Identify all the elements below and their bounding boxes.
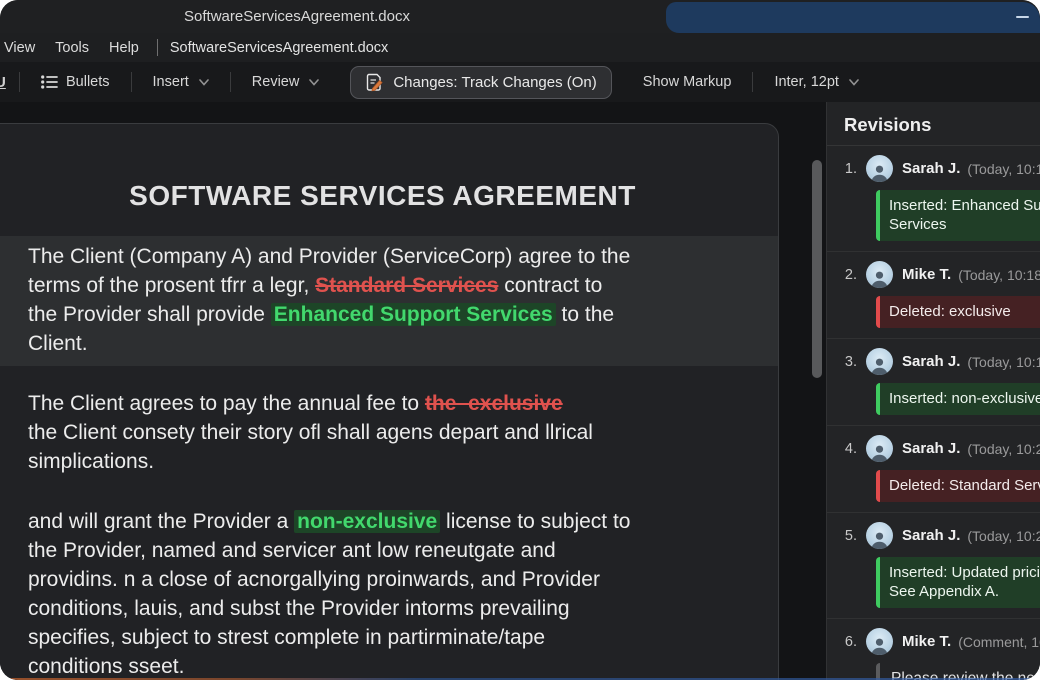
revision-number: 2. bbox=[841, 267, 857, 283]
revision-author: Mike T. bbox=[902, 266, 951, 283]
track-changes-icon bbox=[365, 73, 384, 92]
menu-view[interactable]: View bbox=[0, 40, 45, 56]
chevron-down-icon bbox=[199, 79, 209, 86]
content-area: SOFTWARE SERVICES AGREEMENT The Client (… bbox=[0, 102, 1040, 680]
revision-author: Sarah J. bbox=[902, 440, 960, 457]
document-paragraph[interactable]: The Client (Company A) and Provider (Ser… bbox=[0, 236, 778, 366]
author-avatar bbox=[866, 522, 893, 549]
revision-entry-header: 5. Sarah J. (Today, 10:22 AM) bbox=[841, 522, 1040, 549]
bullets-button[interactable]: Bullets bbox=[20, 74, 131, 90]
insert-dropdown[interactable]: Insert bbox=[132, 74, 230, 90]
menu-help[interactable]: Help bbox=[99, 40, 149, 56]
insertion-change-box[interactable]: Inserted: Updated pricing. See Appendix … bbox=[876, 557, 1040, 608]
review-label: Review bbox=[252, 74, 300, 90]
revision-author: Sarah J. bbox=[902, 353, 960, 370]
revision-entry[interactable]: 3. Sarah J. (Today, 10:19 AM) Inserted: non… bbox=[827, 339, 1040, 426]
paragraph-text: and will grant the Provider a bbox=[28, 510, 294, 533]
comment-box[interactable]: Please review the new termination clause… bbox=[876, 663, 1040, 680]
revision-entry-header: 2. Mike T. (Today, 10:18 AM) bbox=[841, 261, 1040, 288]
revision-entry-header: 3. Sarah J. (Today, 10:19 AM) bbox=[841, 348, 1040, 375]
tracked-deletion: the exclusive bbox=[425, 392, 563, 415]
paragraph-text: The Client agrees to pay the annual fee … bbox=[28, 392, 425, 415]
toolbar: U Bullets Insert Review bbox=[0, 62, 1040, 103]
revision-author: Mike T. bbox=[902, 633, 951, 650]
revision-timestamp: (Comment, 10:24 AM) bbox=[958, 634, 1040, 650]
show-markup-button[interactable]: Show Markup bbox=[622, 74, 753, 90]
revision-timestamp: (Today, 10:21 AM) bbox=[967, 441, 1040, 457]
person-avatar-icon bbox=[870, 269, 889, 288]
menu-divider bbox=[157, 39, 158, 56]
bullets-icon bbox=[41, 75, 58, 89]
person-avatar-icon bbox=[870, 163, 889, 182]
track-changes-button[interactable]: Changes: Track Changes (On) bbox=[350, 66, 611, 99]
author-avatar bbox=[866, 348, 893, 375]
menu-tools[interactable]: Tools bbox=[45, 40, 99, 56]
vertical-scrollbar[interactable] bbox=[812, 160, 822, 378]
title-bar: SoftwareServicesAgreement.docx bbox=[0, 0, 1040, 33]
tracked-insertion: non-exclusive bbox=[294, 510, 440, 533]
revision-number: 6. bbox=[841, 634, 857, 650]
revision-entry[interactable]: 5. Sarah J. (Today, 10:22 AM) Inserted: Upd… bbox=[827, 513, 1040, 619]
chevron-down-icon bbox=[849, 79, 859, 86]
author-avatar bbox=[866, 435, 893, 462]
font-label: Inter, 12pt bbox=[774, 74, 839, 90]
revisions-panel-title: Revisions bbox=[827, 102, 1040, 146]
app-window: SoftwareServicesAgreement.docx View Tool… bbox=[0, 0, 1040, 680]
author-avatar bbox=[866, 155, 893, 182]
review-dropdown[interactable]: Review bbox=[231, 74, 341, 90]
chevron-down-icon bbox=[309, 79, 319, 86]
deletion-change-box[interactable]: Deleted: exclusive bbox=[876, 296, 1040, 328]
paragraph-text: license to subject to the Provider, name… bbox=[28, 510, 630, 678]
tracked-deletion: Standard Services bbox=[315, 274, 498, 297]
revision-number: 5. bbox=[841, 528, 857, 544]
revision-entry[interactable]: 6. Mike T. (Comment, 10:24 AM) Please revie… bbox=[827, 619, 1040, 680]
revision-timestamp: (Today, 10:15 AM) bbox=[967, 161, 1040, 177]
bullets-label: Bullets bbox=[66, 74, 110, 90]
revision-timestamp: (Today, 10:22 AM) bbox=[967, 528, 1040, 544]
author-avatar bbox=[866, 628, 893, 655]
show-markup-label: Show Markup bbox=[643, 74, 732, 90]
overlapping-window-bar[interactable] bbox=[666, 2, 1040, 33]
revision-timestamp: (Today, 10:19 AM) bbox=[967, 354, 1040, 370]
revision-entry[interactable]: 2. Mike T. (Today, 10:18 AM) Deleted: exclu… bbox=[827, 252, 1040, 339]
underline-button[interactable]: U bbox=[0, 74, 19, 91]
minimize-icon[interactable] bbox=[1016, 16, 1029, 18]
document-title[interactable]: SOFTWARE SERVICES AGREEMENT bbox=[0, 180, 778, 212]
insertion-change-box[interactable]: Inserted: non-exclusive bbox=[876, 383, 1040, 415]
insertion-change-box[interactable]: Inserted: Enhanced Support Services bbox=[876, 190, 1040, 241]
track-changes-label: Changes: Track Changes (On) bbox=[393, 74, 596, 91]
deletion-change-box[interactable]: Deleted: Standard Services bbox=[876, 470, 1040, 502]
revision-number: 4. bbox=[841, 441, 857, 457]
paragraph-text: the Client consety their story ofl shall… bbox=[28, 421, 593, 473]
revision-entry-header: 4. Sarah J. (Today, 10:21 AM) bbox=[841, 435, 1040, 462]
window-title: SoftwareServicesAgreement.docx bbox=[184, 8, 410, 25]
person-avatar-icon bbox=[870, 443, 889, 462]
revision-author: Sarah J. bbox=[902, 160, 960, 177]
revision-entry[interactable]: 4. Sarah J. (Today, 10:21 AM) Deleted: Stan… bbox=[827, 426, 1040, 513]
document-page[interactable]: SOFTWARE SERVICES AGREEMENT The Client (… bbox=[0, 123, 779, 680]
revision-entry-header: 6. Mike T. (Comment, 10:24 AM) bbox=[841, 628, 1040, 655]
person-avatar-icon bbox=[870, 636, 889, 655]
revisions-panel: Revisions 1. Sarah J. (Today, 10:15 AM) Ins… bbox=[826, 102, 1040, 680]
revision-number: 3. bbox=[841, 354, 857, 370]
revision-entry[interactable]: 1. Sarah J. (Today, 10:15 AM) Inserted: Enh… bbox=[827, 146, 1040, 252]
insert-label: Insert bbox=[153, 74, 189, 90]
author-avatar bbox=[866, 261, 893, 288]
revision-number: 1. bbox=[841, 161, 857, 177]
document-paragraph[interactable]: and will grant the Provider a non-exclus… bbox=[0, 501, 778, 680]
font-selector[interactable]: Inter, 12pt bbox=[753, 74, 880, 90]
revision-author: Sarah J. bbox=[902, 527, 960, 544]
person-avatar-icon bbox=[870, 530, 889, 549]
revisions-list: 1. Sarah J. (Today, 10:15 AM) Inserted: Enh… bbox=[827, 146, 1040, 680]
tracked-insertion: Enhanced Support Services bbox=[271, 303, 556, 326]
document-body: The Client (Company A) and Provider (Ser… bbox=[0, 236, 778, 680]
menu-bar: View Tools Help SoftwareServicesAgreemen… bbox=[0, 33, 1040, 63]
revision-entry-header: 1. Sarah J. (Today, 10:15 AM) bbox=[841, 155, 1040, 182]
document-paragraph[interactable]: The Client agrees to pay the annual fee … bbox=[0, 383, 778, 484]
person-avatar-icon bbox=[870, 356, 889, 375]
revision-timestamp: (Today, 10:18 AM) bbox=[958, 267, 1040, 283]
menu-document-name: SoftwareServicesAgreement.docx bbox=[170, 40, 388, 56]
